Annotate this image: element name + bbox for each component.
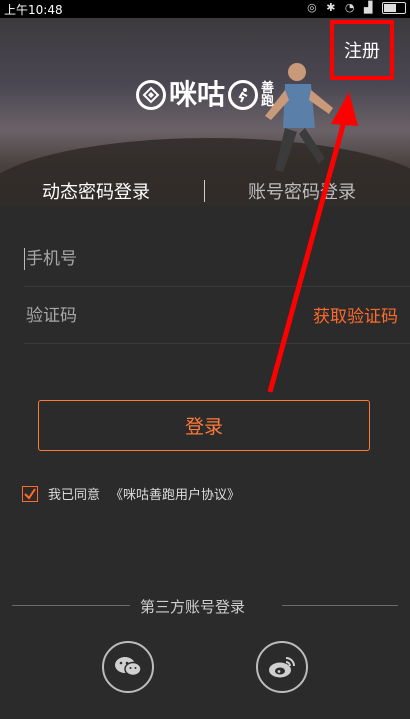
wechat-icon (115, 657, 142, 677)
login-tabs: 动态密码登录 账号密码登录 (0, 168, 410, 206)
divider-right (282, 605, 398, 606)
status-icons: ◎ ✱ ◔ ▟ (307, 1, 406, 14)
tab-dynamic-password-login[interactable]: 动态密码登录 (42, 178, 150, 204)
phone-field-row (24, 230, 410, 288)
third-party-login-section: 第三方账号登录 (0, 594, 410, 618)
weibo-login-button[interactable] (256, 641, 308, 693)
signal-icon: ▟ (364, 1, 376, 14)
agreement-text: 我已同意 (48, 488, 101, 503)
wifi-icon: ◔ (344, 1, 358, 14)
logo-text-side: 善跑 (261, 81, 275, 109)
weibo-icon (269, 657, 295, 678)
app-logo: 咪咕 善跑 (136, 80, 277, 110)
logo-runner-icon (228, 80, 259, 110)
logo-badge-icon (136, 80, 166, 110)
tab-divider (204, 180, 205, 202)
logo-text-main: 咪咕 (169, 78, 226, 111)
register-button[interactable]: 注册 (334, 24, 390, 76)
alarm-icon: ◎ (307, 1, 320, 14)
wechat-login-button[interactable] (102, 641, 154, 693)
get-verification-code-button[interactable]: 获取验证码 (313, 302, 398, 327)
tab-account-password-login[interactable]: 账号密码登录 (248, 178, 356, 204)
divider-left (12, 605, 130, 606)
verification-code-input[interactable] (24, 287, 288, 345)
status-time: 上午10:48 (4, 3, 63, 17)
agreement-checkbox[interactable] (22, 485, 38, 502)
third-party-login-label: 第三方账号登录 (140, 598, 246, 616)
code-field-row: 获取验证码 (24, 287, 410, 345)
phone-input[interactable] (24, 230, 288, 288)
user-agreement-link[interactable]: 《咪咕善跑用户协议》 (110, 484, 240, 503)
agreement-row: 我已同意 《咪咕善跑用户协议》 (22, 484, 240, 503)
battery-icon (382, 2, 406, 14)
status-bar: 上午10:48 ◎ ✱ ◔ ▟ (0, 0, 410, 18)
sync-icon: ✱ (326, 1, 339, 14)
register-highlight-box: 注册 (330, 20, 394, 80)
login-button[interactable]: 登录 (38, 400, 370, 451)
checkmark-icon (24, 487, 36, 500)
